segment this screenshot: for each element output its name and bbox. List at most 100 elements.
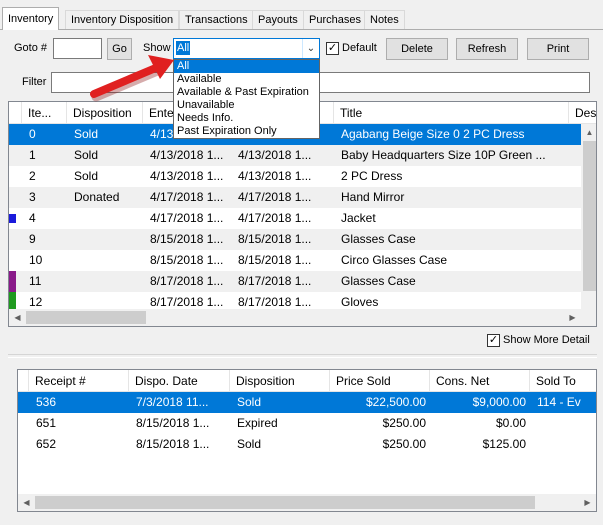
- row-header-corner: [9, 102, 22, 124]
- title-cell: Agabang Beige Size 0 2 PC Dress: [341, 127, 525, 141]
- tab-strip: Inventory Inventory Disposition Transact…: [0, 0, 603, 30]
- show-option-needs-info[interactable]: Needs Info.: [174, 112, 319, 125]
- show-option-all[interactable]: All: [174, 60, 319, 73]
- enters-cell: 4/13/2018 1...: [150, 169, 224, 183]
- cons-net-cell: $0.00: [495, 416, 526, 430]
- table-row[interactable]: 4 4/17/2018 1... 4/17/2018 1... Jacket: [9, 208, 581, 229]
- price-sold-cell: $22,500.00: [365, 395, 426, 409]
- date-cell: 4/13/2018 1...: [238, 148, 312, 162]
- annotation-arrow-icon: [90, 55, 174, 102]
- price-sold-cell: $250.00: [382, 416, 426, 430]
- sold-to-cell: [530, 413, 596, 434]
- item-cell: 10: [29, 253, 43, 267]
- title-cell: Hand Mirror: [341, 190, 405, 204]
- tab-transactions[interactable]: Transactions: [179, 10, 254, 29]
- enters-cell: 4/17/2018 1...: [150, 211, 224, 225]
- dispo-date-cell: 8/15/2018 1...: [136, 416, 210, 430]
- column-header-disposition[interactable]: Disposition: [67, 102, 143, 124]
- table-row[interactable]: 651 8/15/2018 1... Expired $250.00 $0.00: [18, 413, 596, 434]
- receipts-hscroll-thumb[interactable]: [35, 496, 535, 509]
- date-cell: 4/17/2018 1...: [238, 211, 312, 225]
- disposition-cell: Expired: [237, 416, 278, 430]
- disposition-cell: [67, 271, 143, 292]
- scroll-left-icon[interactable]: ◀: [18, 494, 35, 511]
- cons-net-cell: $9,000.00: [472, 395, 526, 409]
- chevron-down-icon[interactable]: ⌄: [302, 39, 319, 58]
- table-row[interactable]: 10 8/15/2018 1... 8/15/2018 1... Circo Glas…: [9, 250, 581, 271]
- title-cell: Circo Glasses Case: [341, 253, 448, 267]
- title-cell: Jacket: [341, 211, 376, 225]
- tab-inventory-disposition[interactable]: Inventory Disposition: [65, 10, 180, 29]
- enters-cell: 8/17/2018 1...: [150, 274, 224, 288]
- item-cell: 4: [29, 211, 36, 225]
- scroll-left-icon[interactable]: ◀: [9, 309, 26, 326]
- show-option-available[interactable]: Available: [174, 73, 319, 86]
- inventory-hscroll-thumb[interactable]: [26, 311, 146, 324]
- disposition-cell: Sold: [74, 127, 99, 141]
- show-option-past-expiration-only[interactable]: Past Expiration Only: [174, 125, 319, 138]
- table-row[interactable]: 9 8/15/2018 1... 8/15/2018 1... Glasses Cas…: [9, 229, 581, 250]
- item-cell: 9: [29, 232, 36, 246]
- splitter[interactable]: [8, 354, 597, 358]
- receipt-cell: 651: [36, 416, 57, 430]
- tab-payouts[interactable]: Payouts: [252, 10, 304, 29]
- column-header-title[interactable]: Title: [334, 102, 569, 124]
- sold-to-cell: [530, 434, 596, 455]
- column-header-cons-net[interactable]: Cons. Net: [430, 370, 530, 392]
- table-row[interactable]: 652 8/15/2018 1... Sold $250.00 $125.00: [18, 434, 596, 455]
- dispo-date-cell: 7/3/2018 11...: [136, 395, 209, 409]
- column-header-description[interactable]: Des: [569, 102, 596, 124]
- enters-cell: 4/13/2018 1...: [150, 148, 224, 162]
- default-checkbox[interactable]: ✓: [326, 42, 339, 55]
- disposition-cell: [67, 229, 143, 250]
- enters-cell: 8/15/2018 1...: [150, 253, 224, 267]
- tab-notes[interactable]: Notes: [364, 10, 405, 29]
- scroll-right-icon[interactable]: ▶: [579, 494, 596, 511]
- show-option-available-past-expiration[interactable]: Available & Past Expiration: [174, 86, 319, 99]
- receipt-cell: 536: [36, 395, 57, 409]
- tab-inventory[interactable]: Inventory: [2, 7, 60, 30]
- delete-button[interactable]: Delete: [386, 38, 448, 60]
- cons-net-cell: $125.00: [482, 437, 526, 451]
- show-dropdown-list: All Available Available & Past Expiratio…: [173, 59, 320, 139]
- table-row[interactable]: 536 7/3/2018 11... Sold $22,500.00 $9,000.00…: [18, 392, 596, 413]
- inventory-horizontal-scrollbar[interactable]: ◀ ▶: [9, 309, 596, 326]
- show-select[interactable]: All ⌄: [173, 38, 320, 59]
- receipts-horizontal-scrollbar[interactable]: ◀ ▶: [18, 494, 596, 511]
- disposition-cell: [67, 208, 143, 229]
- receipts-grid: Receipt # Dispo. Date Disposition Price …: [17, 369, 597, 512]
- date-cell: 8/17/2018 1...: [238, 274, 312, 288]
- disposition-cell: Sold: [74, 169, 99, 183]
- column-header-price-sold[interactable]: Price Sold: [330, 370, 430, 392]
- inventory-vscroll-thumb[interactable]: [583, 141, 596, 291]
- date-cell: 8/15/2018 1...: [238, 253, 312, 267]
- column-header-sold-to[interactable]: Sold To: [530, 370, 596, 392]
- filter-label: Filter: [22, 76, 47, 88]
- scroll-up-icon[interactable]: ▲: [581, 124, 596, 141]
- dispo-date-cell: 8/15/2018 1...: [136, 437, 210, 451]
- item-cell: 1: [29, 148, 36, 162]
- print-button[interactable]: Print: [527, 38, 589, 60]
- date-cell: 4/17/2018 1...: [238, 190, 312, 204]
- column-header-receipt[interactable]: Receipt #: [29, 370, 129, 392]
- table-row[interactable]: 2 Sold 4/13/2018 1... 4/13/2018 1... 2 PC Dr…: [9, 166, 581, 187]
- title-cell: Glasses Case: [341, 274, 416, 288]
- table-row[interactable]: 1 Sold 4/13/2018 1... 4/13/2018 1... Baby He…: [9, 145, 581, 166]
- date-cell: 4/13/2018 1...: [238, 169, 312, 183]
- title-cell: Glasses Case: [341, 232, 416, 246]
- status-color-marker: [9, 271, 16, 292]
- show-more-detail-checkbox[interactable]: ✓: [487, 334, 500, 347]
- show-option-unavailable[interactable]: Unavailable: [174, 99, 319, 112]
- disposition-cell: Sold: [237, 437, 262, 451]
- item-cell: 3: [29, 190, 36, 204]
- inventory-vertical-scrollbar[interactable]: ▲: [581, 124, 596, 310]
- column-header-item[interactable]: Ite...: [22, 102, 67, 124]
- sold-to-cell: 114 - Ev: [537, 395, 581, 409]
- refresh-button[interactable]: Refresh: [456, 38, 518, 60]
- tab-purchases[interactable]: Purchases: [303, 10, 367, 29]
- column-header-dispo-date[interactable]: Dispo. Date: [129, 370, 230, 392]
- table-row[interactable]: 3 Donated 4/17/2018 1... 4/17/2018 1... Hand…: [9, 187, 581, 208]
- table-row[interactable]: 11 8/17/2018 1... 8/17/2018 1... Glasses Ca…: [9, 271, 581, 292]
- column-header-disposition[interactable]: Disposition: [230, 370, 330, 392]
- scroll-right-icon[interactable]: ▶: [564, 309, 581, 326]
